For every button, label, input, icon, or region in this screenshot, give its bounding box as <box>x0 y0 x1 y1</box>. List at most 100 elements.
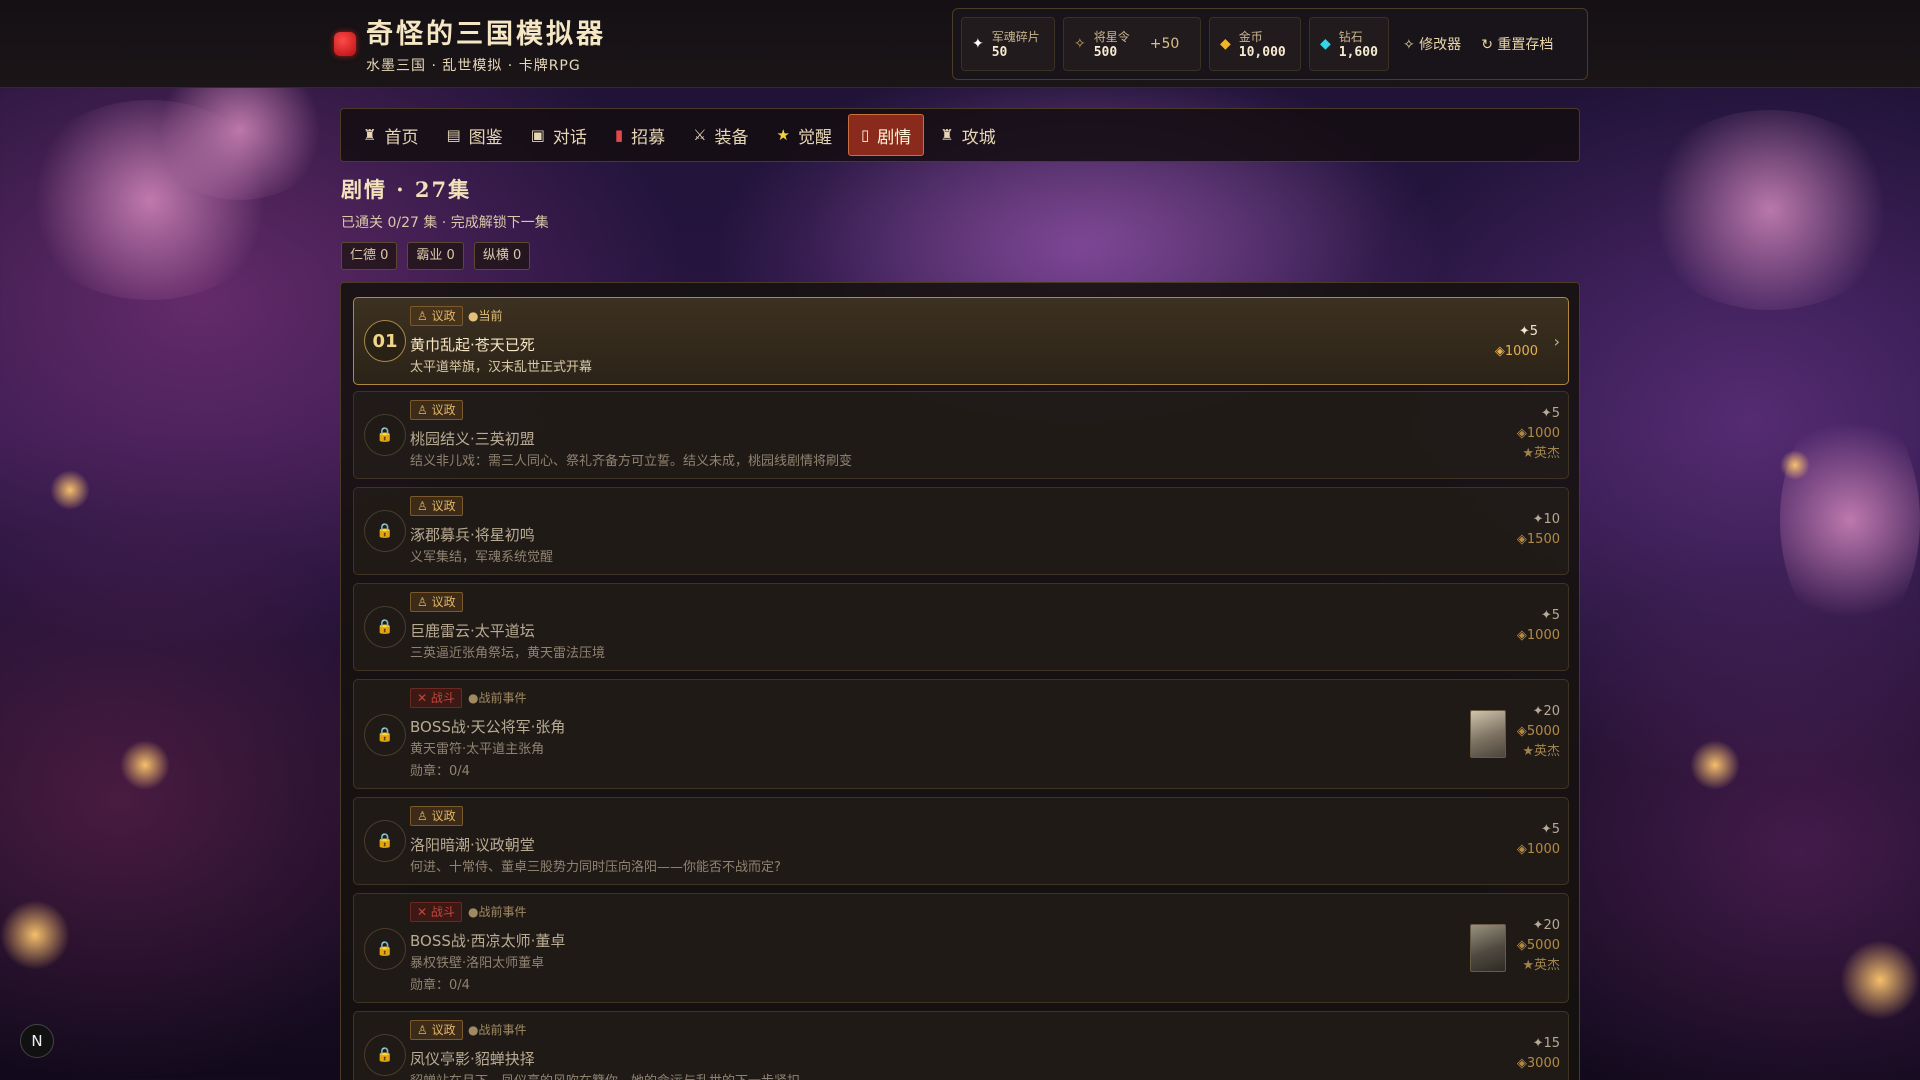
tag-hegemony: 霸业 0 <box>407 242 464 270</box>
boss-portrait <box>1470 924 1506 972</box>
type-badge: ♙ 议政 <box>410 592 463 612</box>
app-subtitle: 水墨三国 · 乱世模拟 · 卡牌RPG <box>366 58 581 74</box>
tab-home[interactable]: ♜ 首页 <box>351 114 430 156</box>
castle-icon: ♜ <box>940 126 954 144</box>
resource-bar: ✦ 军魂碎片 50 ✧ 将星令 500 +50 ◆ 金币 10,000 ◆ 钻石 1,6… <box>952 8 1588 80</box>
resource-gold: ◆ 金币 10,000 <box>1209 17 1301 71</box>
lantern-decoration <box>50 470 90 510</box>
episode-list: 01 ♙ 议政 ●当前 黄巾乱起·苍天已死 太平道举旗，汉末乱世正式开幕 ✦5 … <box>340 282 1580 1080</box>
type-badge: ♙ 议政 <box>410 496 463 516</box>
page-title: 剧情 · 27集 <box>341 177 472 202</box>
reward-info: ✦5 ◈1000 <box>1516 608 1560 643</box>
type-badge: ✕ 战斗 <box>410 902 462 922</box>
progress-text: 已通关 0/27 集 · 完成解锁下一集 <box>341 215 549 231</box>
chat-icon: ▣ <box>530 126 545 144</box>
lock-icon: 🔒 <box>364 714 406 756</box>
episode-desc: 义军集结，军魂系统觉醒 <box>410 550 554 565</box>
episode-desc: 太平道举旗，汉末乱世正式开幕 <box>410 360 593 375</box>
gold-coin-icon: ◆ <box>1220 36 1231 52</box>
tag-benevolence: 仁德 0 <box>341 242 398 270</box>
reward-info: ✦20 ◈5000 ★英杰 <box>1516 704 1560 759</box>
lantern-decoration <box>0 900 70 970</box>
castle-icon: ♜ <box>363 126 377 144</box>
route-tags: 仁德 0 霸业 0 纵横 0 <box>341 242 549 270</box>
reward-info: ✦5 ◈1000 <box>1516 822 1560 857</box>
star-icon: ★ <box>776 126 790 144</box>
type-badge: ✕ 战斗 <box>410 688 462 708</box>
episode-title: 涿郡募兵·将星初鸣 <box>410 526 535 544</box>
episode-desc: 黄天雷符·太平道主张角 <box>410 742 545 757</box>
reward-info: ✦20 ◈5000 ★英杰 <box>1516 918 1560 973</box>
status-badge: ●战前事件 <box>468 1023 527 1037</box>
star-token-icon: ✧ <box>1074 36 1086 52</box>
episode-card[interactable]: 🔒 ✕ 战斗 ●战前事件 BOSS战·西凉太师·董卓 暴权铁壁·洛阳太师董卓 勋… <box>353 893 1569 1003</box>
episode-title: BOSS战·西凉太师·董卓 <box>410 932 566 950</box>
episode-title: 黄巾乱起·苍天已死 <box>410 336 535 354</box>
sword-icon: ⚔ <box>693 126 707 144</box>
diamond-icon: ◆ <box>1320 36 1331 52</box>
type-badge: ♙ 议政 <box>410 806 463 826</box>
tab-siege[interactable]: ♜ 攻城 <box>928 114 1007 156</box>
episode-card[interactable]: 🔒 ♙ 议政 涿郡募兵·将星初鸣 义军集结，军魂系统觉醒 ✦10 ◈1500 <box>353 487 1569 575</box>
token-plus-button[interactable]: +50 <box>1150 36 1180 52</box>
episode-title: BOSS战·天公将军·张角 <box>410 718 566 736</box>
tab-codex[interactable]: ▤ 图鉴 <box>434 114 514 156</box>
reward-info: ✦15 ◈3000 <box>1516 1036 1560 1071</box>
episode-title: 巨鹿雷云·太平道坛 <box>410 622 535 640</box>
episode-desc: 三英逼近张角祭坛，黄天雷法压境 <box>410 646 606 661</box>
episode-number: 01 <box>364 320 406 362</box>
status-badge: ●战前事件 <box>468 691 527 705</box>
story-header: 剧情 · 27集 已通关 0/27 集 · 完成解锁下一集 仁德 0 霸业 0 … <box>341 174 549 270</box>
lantern-decoration <box>1840 940 1920 1020</box>
episode-card[interactable]: 🔒 ♙ 议政 ●战前事件 凤仪亭影·貂蝉抉择 貂蝉站在月下，凤仪亭的风吹在簪你，… <box>353 1011 1569 1080</box>
lock-icon: 🔒 <box>364 1034 406 1076</box>
lock-icon: 🔒 <box>364 414 406 456</box>
reset-save-button[interactable]: ↻ 重置存档 <box>1475 34 1559 54</box>
tab-equipment[interactable]: ⚔ 装备 <box>681 114 760 156</box>
scroll-icon: ▯ <box>861 126 870 144</box>
lock-icon: 🔒 <box>364 606 406 648</box>
type-badge: ♙ 议政 <box>410 400 463 420</box>
cherry-blossom-decoration <box>20 100 280 300</box>
lantern-decoration <box>1780 450 1810 480</box>
reward-info: ✦5 ◈1000 ★英杰 <box>1516 406 1560 461</box>
corner-n-badge[interactable]: N <box>20 1024 54 1058</box>
episode-card[interactable]: 01 ♙ 议政 ●当前 黄巾乱起·苍天已死 太平道举旗，汉末乱世正式开幕 ✦5 … <box>353 297 1569 385</box>
resource-soul-shards: ✦ 军魂碎片 50 <box>961 17 1055 71</box>
tab-awaken[interactable]: ★ 觉醒 <box>765 114 844 156</box>
episode-desc: 结义非儿戏：需三人同心、祭礼齐备方可立誓。结义未成，桃园线剧情将刷变 <box>410 454 853 469</box>
episode-desc: 何进、十常侍、董卓三股势力同时压向洛阳——你能否不战而定? <box>410 860 781 875</box>
red-seal-icon <box>334 31 356 56</box>
tab-story[interactable]: ▯ 剧情 <box>848 114 925 156</box>
status-badge: ●战前事件 <box>468 905 527 919</box>
lantern-decoration <box>120 740 170 790</box>
episode-card[interactable]: 🔒 ✕ 战斗 ●战前事件 BOSS战·天公将军·张角 黄天雷符·太平道主张角 勋… <box>353 679 1569 789</box>
book-icon: ▤ <box>446 126 461 144</box>
type-badge: ♙ 议政 <box>410 306 463 326</box>
brand: 奇怪的三国模拟器 水墨三国 · 乱世模拟 · 卡牌RPG <box>334 12 606 75</box>
episode-title: 凤仪亭影·貂蝉抉择 <box>410 1050 535 1068</box>
reward-info: ✦5 ◈1000 › <box>1494 324 1560 359</box>
sparkle-icon: ✦ <box>972 36 984 52</box>
resource-general-token: ✧ 将星令 500 +50 <box>1063 17 1201 71</box>
episode-desc: 暴权铁壁·洛阳太师董卓 <box>410 956 545 971</box>
episode-card[interactable]: 🔒 ♙ 议政 洛阳暗潮·议政朝堂 何进、十常侍、董卓三股势力同时压向洛阳——你能… <box>353 797 1569 885</box>
status-badge: ●当前 <box>468 309 503 323</box>
medal-count: 勋章：0/4 <box>410 978 470 993</box>
type-badge: ♙ 议政 <box>410 1020 463 1040</box>
episode-card[interactable]: 🔒 ♙ 议政 桃园结义·三英初盟 结义非儿戏：需三人同心、祭礼齐备方可立誓。结义… <box>353 391 1569 479</box>
modifier-button[interactable]: ✧ 修改器 <box>1397 34 1467 54</box>
cherry-blossom-decoration <box>1640 110 1900 310</box>
episode-desc: 貂蝉站在月下，凤仪亭的风吹在簪你，她的命运与乱世的下一步紧扣 <box>410 1070 800 1080</box>
episode-card[interactable]: 🔒 ♙ 议政 巨鹿雷云·太平道坛 三英逼近张角祭坛，黄天雷法压境 ✦5 ◈100… <box>353 583 1569 671</box>
tab-recruit[interactable]: ▮ 招募 <box>603 114 677 156</box>
lock-icon: 🔒 <box>364 928 406 970</box>
cherry-blossom-decoration <box>1780 400 1920 640</box>
medal-count: 勋章：0/4 <box>410 764 470 779</box>
app-title: 奇怪的三国模拟器 <box>366 19 606 50</box>
boss-portrait <box>1470 710 1506 758</box>
tab-dialogue[interactable]: ▣ 对话 <box>519 114 599 156</box>
lantern-decoration <box>1690 740 1740 790</box>
top-bar: 奇怪的三国模拟器 水墨三国 · 乱世模拟 · 卡牌RPG ✦ 军魂碎片 50 ✧ … <box>0 0 1920 88</box>
episode-title: 桃园结义·三英初盟 <box>410 430 535 448</box>
